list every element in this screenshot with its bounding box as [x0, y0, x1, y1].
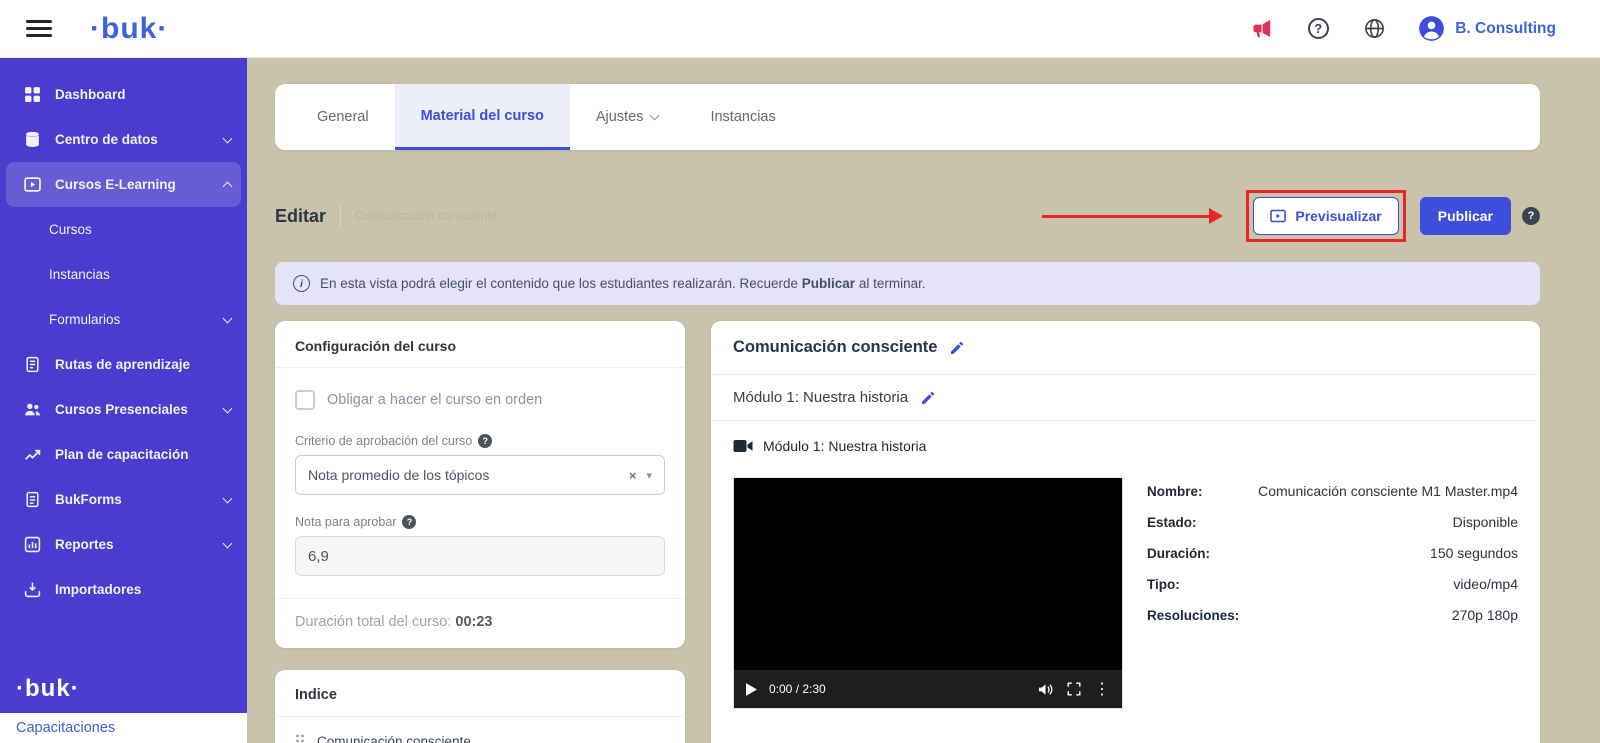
sidebar-item-cursos-elearning[interactable]: Cursos E-Learning [6, 162, 241, 207]
import-icon [24, 581, 42, 599]
sidebar-buk-logo: ·buk· [0, 675, 247, 713]
trend-icon [24, 446, 42, 464]
volume-icon[interactable] [1037, 681, 1054, 698]
preview-screen-icon [1270, 208, 1286, 224]
meta-row: Nombre: Comunicación consciente M1 Maste… [1147, 483, 1518, 499]
tab-ajustes[interactable]: Ajustes [570, 84, 685, 150]
sidebar-item-cursos-presenciales[interactable]: Cursos Presenciales [0, 387, 247, 432]
video-camera-icon [733, 439, 753, 453]
annotation-arrow [1042, 215, 1210, 218]
criteria-help-icon[interactable]: ? [478, 434, 492, 448]
chevron-down-icon [223, 493, 233, 503]
meta-row: Duración: 150 segundos [1147, 545, 1518, 561]
select-caret-icon[interactable]: ▾ [646, 469, 652, 482]
grade-help-icon[interactable]: ? [402, 515, 416, 529]
sidebar-item-rutas-de-aprendizaje[interactable]: Rutas de aprendizaje [0, 342, 247, 387]
megaphone-icon[interactable] [1250, 17, 1274, 41]
course-tabs: General Material del curso Ajustes Insta… [275, 84, 1540, 150]
play-icon[interactable] [746, 683, 757, 696]
grade-label: Nota para aprobar [295, 515, 396, 529]
chevron-down-icon [223, 538, 233, 548]
order-checkbox[interactable] [295, 390, 315, 410]
course-content-panel: Comunicación consciente Módulo 1: Nuestr… [711, 321, 1540, 743]
course-config-panel: Configuración del curso Obligar a hacer … [275, 321, 685, 648]
breadcrumb: Comunicación consciente [355, 209, 497, 223]
edit-module-title-icon[interactable] [920, 390, 936, 406]
sidebar-item-formularios[interactable]: Formularios [0, 297, 247, 342]
video-item-title: Módulo 1: Nuestra historia [763, 438, 926, 454]
document-icon [24, 356, 42, 374]
index-title: Indice [275, 670, 685, 717]
page-title: Editar [275, 206, 326, 227]
people-icon [24, 401, 42, 419]
capacitaciones-link[interactable]: Capacitaciones [16, 720, 115, 736]
module-title: Módulo 1: Nuestra historia [733, 389, 908, 406]
course-title: Comunicación consciente [733, 338, 937, 357]
preview-button[interactable]: Previsualizar [1253, 197, 1398, 235]
info-banner: i En esta vista podrá elegir el contenid… [275, 262, 1540, 305]
buk-logo: ·buk· [90, 12, 168, 46]
tab-material-del-curso[interactable]: Material del curso [395, 84, 570, 150]
drag-handle-icon[interactable] [295, 733, 305, 743]
annotation-box: Previsualizar [1246, 190, 1405, 242]
globe-icon[interactable] [1362, 17, 1386, 41]
video-metadata: Nombre: Comunicación consciente M1 Maste… [1147, 477, 1518, 709]
user-menu[interactable]: B. Consulting [1418, 15, 1556, 42]
chevron-down-icon [223, 313, 233, 323]
video-controls: 0:00 / 2:30 ⋮ [734, 670, 1122, 708]
info-icon: i [293, 275, 310, 292]
avatar-icon [1418, 15, 1445, 42]
user-name: B. Consulting [1455, 20, 1556, 38]
video-time: 0:00 / 2:30 [769, 682, 826, 696]
order-checkbox-label: Obligar a hacer el curso en orden [327, 392, 542, 408]
elearning-icon [24, 176, 42, 194]
report-icon [24, 536, 42, 554]
sidebar-item-centro-de-datos[interactable]: Centro de datos [0, 117, 247, 162]
chevron-down-icon [223, 403, 233, 413]
video-player[interactable]: 0:00 / 2:30 ⋮ [733, 477, 1123, 709]
total-duration: Duración total del curso: 00:23 [275, 598, 685, 648]
sidebar-item-importadores[interactable]: Importadores [0, 567, 247, 612]
chevron-down-icon [223, 133, 233, 143]
help-icon[interactable]: ? [1306, 17, 1330, 41]
approval-criteria-select[interactable]: Nota promedio de los tópicos × ▾ [295, 455, 665, 495]
chevron-down-icon [650, 111, 660, 121]
database-icon [24, 131, 42, 149]
capacitaciones-bar: Capacitaciones [0, 713, 247, 743]
tab-general[interactable]: General [291, 84, 395, 150]
index-item[interactable]: Comunicación consciente [275, 717, 685, 743]
criteria-label: Criterio de aprobación del curso [295, 434, 472, 448]
sidebar-item-dashboard[interactable]: Dashboard [0, 72, 247, 117]
meta-row: Estado: Disponible [1147, 514, 1518, 530]
page-header: Editar Comunicación consciente Previsual… [275, 190, 1540, 242]
edit-course-title-icon[interactable] [949, 340, 965, 356]
config-panel-title: Configuración del curso [275, 321, 685, 368]
sidebar-item-reportes[interactable]: Reportes [0, 522, 247, 567]
publish-button[interactable]: Publicar [1420, 197, 1511, 235]
sidebar-item-instancias[interactable]: Instancias [0, 252, 247, 297]
clear-selection-icon[interactable]: × [629, 468, 637, 483]
fullscreen-icon[interactable] [1066, 681, 1082, 697]
form-icon [24, 491, 42, 509]
sidebar-item-bukforms[interactable]: BukForms [0, 477, 247, 522]
chevron-up-icon [223, 182, 233, 192]
sidebar-item-cursos[interactable]: Cursos [0, 207, 247, 252]
top-bar: ·buk· ? B. Consulting [0, 0, 1600, 58]
tab-instancias[interactable]: Instancias [684, 84, 801, 150]
dashboard-icon [24, 86, 42, 104]
index-panel: Indice Comunicación consciente [275, 670, 685, 743]
more-options-icon[interactable]: ⋮ [1094, 679, 1110, 699]
publish-help-icon[interactable]: ? [1522, 207, 1540, 225]
sidebar: Dashboard Centro de datos Cursos E-Learn… [0, 58, 247, 743]
main-content: General Material del curso Ajustes Insta… [247, 58, 1600, 743]
passing-grade-input[interactable] [295, 536, 665, 576]
sidebar-item-plan-de-capacitacion[interactable]: Plan de capacitación [0, 432, 247, 477]
meta-row: Tipo: video/mp4 [1147, 576, 1518, 592]
meta-row: Resoluciones: 270p 180p [1147, 607, 1518, 623]
hamburger-menu-icon[interactable] [26, 16, 52, 41]
